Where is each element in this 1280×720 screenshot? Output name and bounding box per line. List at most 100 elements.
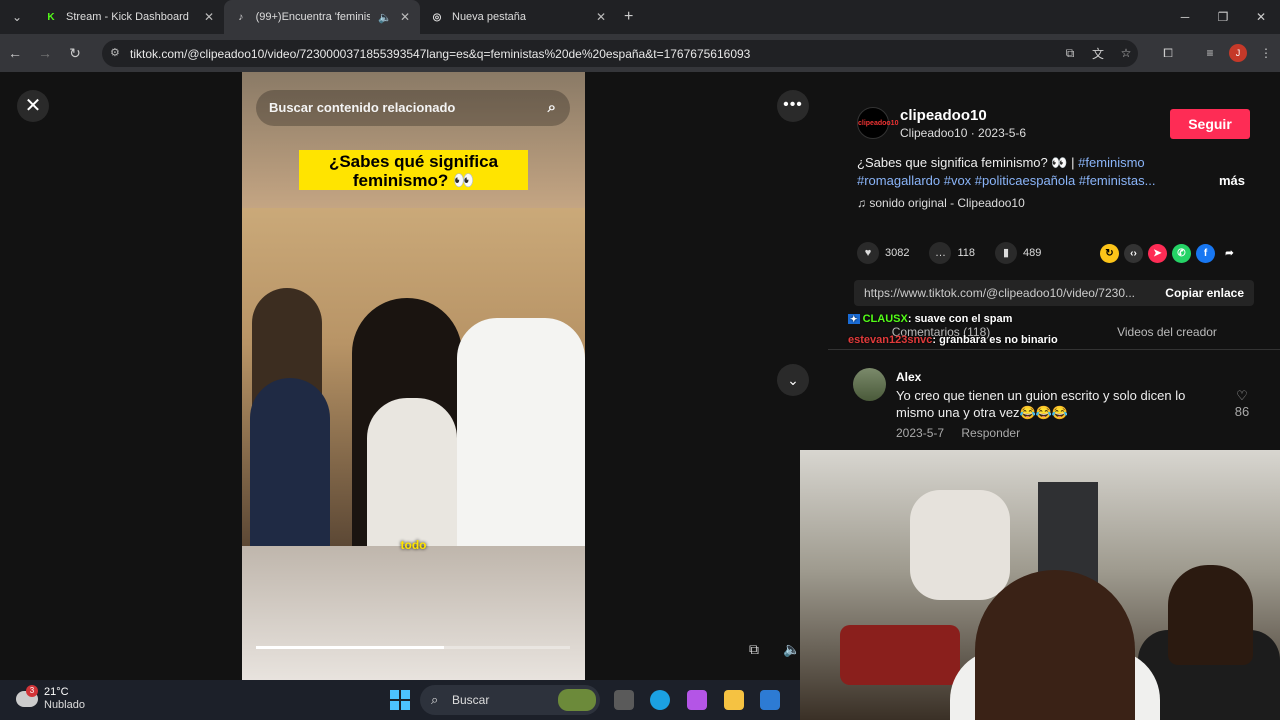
tab-tiktok[interactable]: ♪ (99+)Encuentra 'feministas 🔈 ✕ <box>224 0 420 34</box>
site-info-icon[interactable]: ⚙ <box>110 46 120 59</box>
close-tab-icon[interactable]: ✕ <box>596 10 606 24</box>
facebook-icon[interactable]: f <box>1196 244 1215 263</box>
pip-icon[interactable]: ⧉ <box>741 637 767 661</box>
new-tab-button[interactable]: + <box>616 8 633 26</box>
video-progress-bar[interactable] <box>256 646 570 649</box>
video-subtitle: todo <box>400 538 427 552</box>
follow-button[interactable]: Seguir <box>1170 109 1250 139</box>
tab-title: Stream - Kick Dashboard <box>66 11 189 23</box>
chat-username: estevan123snvc <box>848 334 933 346</box>
kick-icon: K <box>47 11 55 23</box>
commenter-avatar[interactable] <box>853 368 886 401</box>
close-window-icon[interactable]: ✕ <box>1242 0 1280 34</box>
send-icon[interactable]: ➤ <box>1148 244 1167 263</box>
comment-like[interactable]: ♡ 86 <box>1230 388 1254 419</box>
more-options-button[interactable]: ••• <box>777 90 809 122</box>
save-count: 489 <box>1023 247 1042 259</box>
related-search-input[interactable]: Buscar contenido relacionado ⌕ <box>256 90 570 126</box>
comment-username[interactable]: Alex <box>896 370 921 384</box>
music-note-icon: ♫ <box>857 196 870 210</box>
tab-search-icon[interactable]: ⌄ <box>0 0 34 34</box>
chat-badge-icon: ✦ <box>848 314 860 324</box>
install-icon[interactable]: ⧉ <box>1056 46 1084 61</box>
tab-new-tab[interactable]: ◎ Nueva pestaña ✕ <box>420 0 616 34</box>
author-username[interactable]: clipeadoo10 <box>900 107 987 124</box>
close-tab-icon[interactable]: ✕ <box>400 10 410 24</box>
tiktok-icon: ♪ <box>238 11 244 23</box>
comment-like-count: 86 <box>1234 404 1250 419</box>
audio-icon[interactable]: 🔈 <box>378 11 392 24</box>
hashtag-link[interactable]: #feminismo <box>1078 155 1144 170</box>
url-bar[interactable]: ⚙ tiktok.com/@clipeadoo10/video/72300003… <box>102 40 1138 67</box>
comment-date: 2023-5-7 <box>896 426 945 440</box>
desc-text: ¿Sabes que significa feminismo? 👀 | <box>857 155 1079 170</box>
progress-fill <box>256 646 445 649</box>
embed-icon[interactable]: ‹› <box>1124 244 1143 263</box>
share-link-box: https://www.tiktok.com/@clipeadoo10/vide… <box>854 280 1254 306</box>
like-heart-icon[interactable]: ♥ <box>857 242 879 264</box>
weather-widget[interactable]: 3 21°C Nublado <box>16 685 85 712</box>
next-video-button[interactable]: ⌄ <box>777 364 809 396</box>
sound-info[interactable]: ♫ sonido original - Clipeadoo10 <box>857 196 1025 210</box>
search-highlight-icon <box>558 689 596 711</box>
heart-outline-icon[interactable]: ♡ <box>1230 388 1254 404</box>
repost-icon[interactable]: ↻ <box>1100 244 1119 263</box>
extensions-icon[interactable]: ⧠ <box>1154 46 1182 61</box>
window-controls: ─ ❐ ✕ <box>1166 0 1280 34</box>
caption-line-1: ¿Sabes qué significa <box>328 152 499 171</box>
bookmark-icon[interactable]: ▮ <box>995 242 1018 264</box>
video-scene <box>242 208 585 546</box>
close-video-button[interactable]: ✕ <box>17 90 49 122</box>
taskbar-search[interactable]: ⌕ Buscar <box>420 685 600 715</box>
menu-icon[interactable]: ⋮ <box>1252 46 1280 60</box>
share-arrow-icon[interactable]: ➦ <box>1220 244 1239 263</box>
whatsapp-icon[interactable]: ✆ <box>1172 244 1191 263</box>
search-placeholder: Buscar contenido relacionado <box>269 100 456 115</box>
reload-icon[interactable]: ↻ <box>60 45 90 62</box>
caption-line-2: feminismo? 👀 <box>352 171 475 190</box>
forward-icon[interactable]: → <box>30 45 60 61</box>
chat-username: CLAUSX <box>862 313 908 325</box>
comment-count: 118 <box>957 247 976 259</box>
comment-icon[interactable]: … <box>929 242 952 264</box>
profile-avatar[interactable]: J <box>1229 44 1247 62</box>
hashtag-links[interactable]: #romagallardo #vox #politicaespañola #fe… <box>857 173 1155 188</box>
search-icon[interactable]: ⌕ <box>548 90 556 126</box>
video-player[interactable]: Buscar contenido relacionado ⌕ ¿Sabes qu… <box>242 72 585 680</box>
tab-kick-dashboard[interactable]: K Stream - Kick Dashboard ✕ <box>34 0 224 34</box>
more-description-button[interactable]: más <box>1219 173 1245 188</box>
tab-creator-videos[interactable]: Videos del creador <box>1054 318 1280 349</box>
chat-message: estevan123snvc: granbara es no binario <box>848 330 1058 351</box>
store-icon[interactable] <box>760 690 780 710</box>
edge-icon[interactable] <box>650 690 670 710</box>
weather-badge: 3 <box>26 685 38 697</box>
url-text: tiktok.com/@clipeadoo10/video/7230000371… <box>130 46 751 61</box>
bookmark-star-icon[interactable]: ☆ <box>1112 46 1140 60</box>
copy-link-button[interactable]: Copiar enlace <box>1165 280 1244 306</box>
chat-message: ✦ CLAUSX: suave con el spam <box>848 309 1058 330</box>
address-toolbar: ← → ↻ ⚙ tiktok.com/@clipeadoo10/video/72… <box>0 34 1280 72</box>
tab-title: Nueva pestaña <box>452 11 526 23</box>
windows-start-icon[interactable] <box>390 690 410 710</box>
minimize-icon[interactable]: ─ <box>1166 0 1204 34</box>
video-bottom-frame <box>242 546 585 680</box>
reply-button[interactable]: Responder <box>961 426 1020 440</box>
back-icon[interactable]: ← <box>0 45 30 61</box>
share-link-text[interactable]: https://www.tiktok.com/@clipeadoo10/vide… <box>864 286 1135 300</box>
chat-text: : granbara es no binario <box>932 334 1058 346</box>
post-description: ¿Sabes que significa feminismo? 👀 | #fem… <box>857 154 1207 190</box>
browser-tab-strip: ⌄ K Stream - Kick Dashboard ✕ ♪ (99+)Enc… <box>0 0 1280 34</box>
task-view-icon[interactable] <box>614 690 634 710</box>
file-explorer-icon[interactable] <box>724 690 744 710</box>
stream-chat-overlay: ✦ CLAUSX: suave con el spam estevan123sn… <box>848 309 1058 351</box>
copilot-icon[interactable] <box>687 690 707 710</box>
tab-title: (99+)Encuentra 'feministas <box>255 11 371 23</box>
weather-condition: Nublado <box>44 699 85 711</box>
translate-icon[interactable]: 文 <box>1084 45 1112 62</box>
background-person <box>910 490 1010 600</box>
author-avatar[interactable]: clipeadoo10 <box>857 107 898 139</box>
close-tab-icon[interactable]: ✕ <box>204 10 214 24</box>
media-icon[interactable]: ≡ <box>1196 46 1224 60</box>
like-count: 3082 <box>885 247 910 259</box>
maximize-icon[interactable]: ❐ <box>1204 0 1242 34</box>
